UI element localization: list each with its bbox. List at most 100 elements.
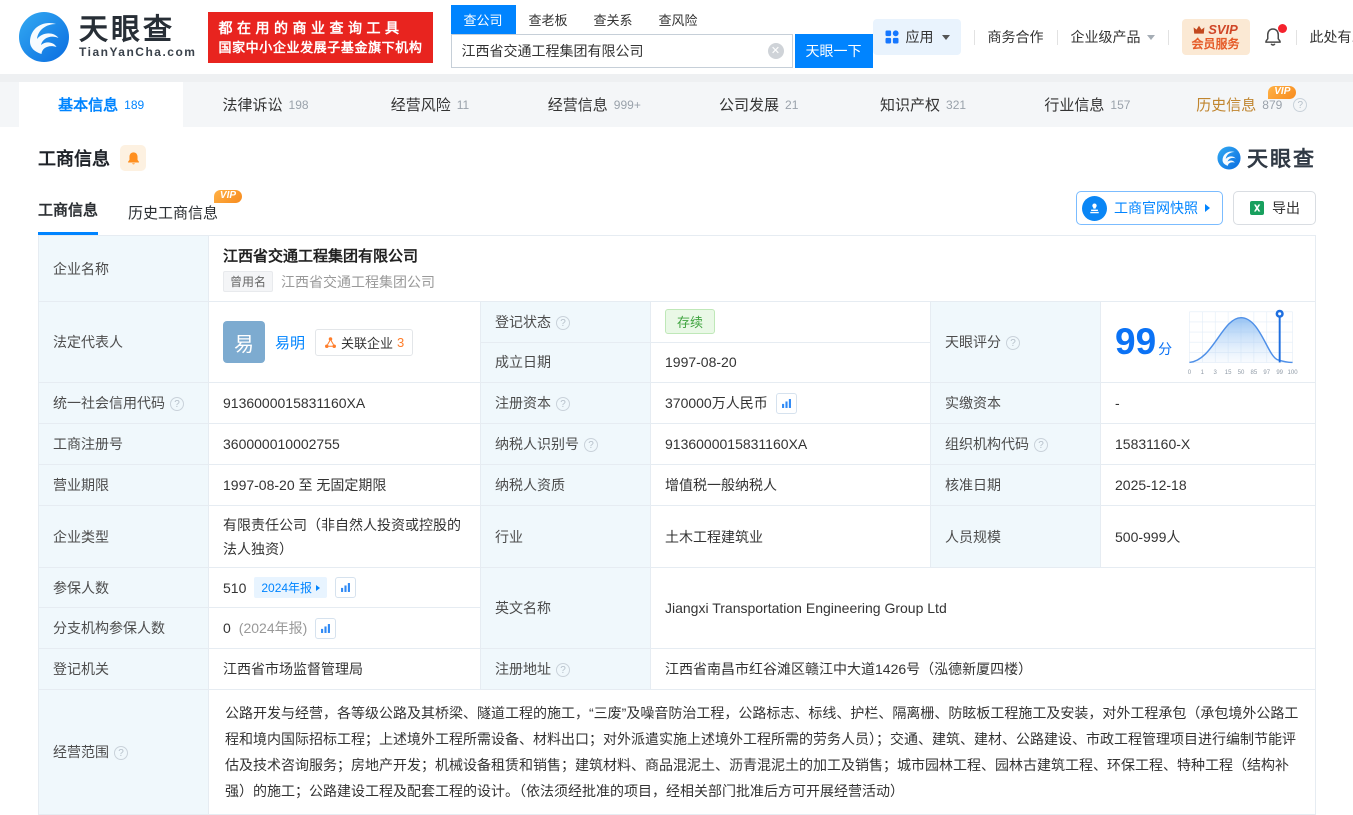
- arrow-right-icon: [1205, 204, 1210, 212]
- nav-cooperation[interactable]: 商务合作: [988, 27, 1044, 47]
- tab-history-info[interactable]: 历史信息 879 VIP: [1170, 82, 1334, 127]
- legal-rep-avatar[interactable]: 易: [223, 321, 265, 363]
- annual-report-note: (2024年报): [239, 618, 307, 638]
- field-label-text: 注册地址: [495, 661, 551, 677]
- field-value: 1997-08-20 至 无固定期限: [209, 465, 481, 506]
- field-value: 370000万人民币: [665, 393, 768, 413]
- tab-intellectual-property[interactable]: 知识产权 321: [841, 82, 1005, 127]
- watermark-logo-icon: [1217, 146, 1241, 170]
- help-icon[interactable]: [584, 438, 598, 452]
- business-scope-text: 公路开发与经营，各等级公路及其桥梁、隧道工程的施工，“三废”及噪音防治工程，公路…: [209, 690, 1316, 815]
- apps-menu-button[interactable]: 应用: [873, 19, 961, 55]
- nav-enterprise-products[interactable]: 企业级产品: [1071, 27, 1155, 47]
- header-separator: [0, 74, 1353, 82]
- svip-member-button[interactable]: SVIP 会员服务: [1182, 19, 1250, 55]
- field-value: 1997-08-20: [651, 342, 931, 383]
- related-count: 3: [397, 335, 404, 350]
- branch-insured-chart-icon[interactable]: [315, 618, 336, 639]
- tab-basic-info[interactable]: 基本信息 189: [19, 82, 183, 127]
- search-tab-risk[interactable]: 查风险: [646, 5, 711, 34]
- svg-text:85: 85: [1251, 370, 1258, 376]
- top-header: 天眼查 TianYanCha.com 都在用的商业查询工具 国家中小企业发展子基…: [0, 0, 1353, 74]
- search-input[interactable]: [451, 34, 793, 68]
- tab-company-development[interactable]: 公司发展 21: [677, 82, 841, 127]
- annual-report-tag[interactable]: 2024年报: [254, 577, 327, 598]
- svip-label: SVIP: [1208, 22, 1238, 37]
- tianyancha-logo[interactable]: 天眼查 TianYanCha.com: [18, 11, 196, 63]
- field-label: 成立日期: [481, 342, 651, 383]
- tab-count: 879: [1262, 98, 1282, 112]
- divider: [1296, 30, 1297, 45]
- field-value: Jiangxi Transportation Engineering Group…: [651, 568, 1316, 649]
- tab-label: 公司发展: [719, 94, 779, 115]
- score-value: 99分: [1115, 322, 1172, 362]
- help-icon[interactable]: [556, 316, 570, 330]
- capital-chart-icon[interactable]: [776, 393, 797, 414]
- field-label: 企业名称: [39, 236, 209, 302]
- logo-title: 天眼查: [79, 15, 196, 45]
- field-value: 江西省南昌市红谷滩区赣江中大道1426号（泓德新厦四楼）: [651, 649, 1316, 690]
- field-label: 统一社会信用代码: [39, 383, 209, 424]
- tab-count: 189: [124, 98, 144, 112]
- banner-line2: 国家中小企业发展子基金旗下机构: [218, 38, 422, 57]
- insured-chart-icon[interactable]: [335, 577, 356, 598]
- vip-badge: VIP: [214, 190, 242, 203]
- svg-text:1: 1: [1201, 370, 1205, 376]
- svg-text:3: 3: [1214, 370, 1218, 376]
- help-icon[interactable]: [556, 397, 570, 411]
- tab-label: 基本信息: [58, 94, 118, 115]
- help-icon[interactable]: [170, 397, 184, 411]
- field-value: 9136000015831160XA: [209, 383, 481, 424]
- field-label: 分支机构参保人数: [39, 608, 209, 649]
- help-icon[interactable]: [1293, 98, 1307, 112]
- related-companies-tag[interactable]: 关联企业 3: [315, 329, 413, 356]
- company-section-tabs: 基本信息 189 法律诉讼 198 经营风险 11 经营信息 999+ 公司发展…: [0, 82, 1353, 127]
- subscribe-bell-icon[interactable]: [120, 145, 146, 171]
- snapshot-label: 工商官网快照: [1114, 198, 1198, 218]
- search-tab-relation[interactable]: 查关系: [581, 5, 646, 34]
- help-icon[interactable]: [1006, 336, 1020, 350]
- section-title: 工商信息: [38, 145, 110, 171]
- subtab-business-registration[interactable]: 工商信息: [38, 199, 98, 235]
- excel-icon: [1249, 200, 1265, 216]
- search-tab-boss[interactable]: 查老板: [516, 5, 581, 34]
- help-icon[interactable]: [556, 663, 570, 677]
- help-icon[interactable]: [1034, 438, 1048, 452]
- tab-business-info[interactable]: 经营信息 999+: [512, 82, 676, 127]
- tab-operation-risk[interactable]: 经营风险 11: [348, 82, 512, 127]
- search-tab-company[interactable]: 查公司: [451, 5, 516, 34]
- tab-count: 321: [946, 98, 966, 112]
- legal-rep-link[interactable]: 易明: [275, 332, 305, 353]
- export-label: 导出: [1272, 198, 1300, 218]
- help-icon[interactable]: [114, 746, 128, 760]
- search-button[interactable]: 天眼一下: [795, 34, 873, 68]
- field-label: 参保人数: [39, 568, 209, 608]
- field-label: 人员规模: [931, 506, 1101, 568]
- field-value: 2025-12-18: [1101, 465, 1316, 506]
- header-nav: 应用 商务合作 企业级产品 SVIP 会员服务: [873, 19, 1353, 55]
- field-label: 纳税人识别号: [481, 424, 651, 465]
- official-snapshot-button[interactable]: 工商官网快照: [1076, 191, 1223, 225]
- field-label: 法定代表人: [39, 302, 209, 383]
- table-row: 企业类型 有限责任公司（非自然人投资或控股的法人独资） 行业 土木工程建筑业 人…: [39, 506, 1316, 568]
- score-distribution-chart[interactable]: 0 1 3 15 50 85 97 99 100: [1182, 306, 1300, 378]
- field-label: 工商注册号: [39, 424, 209, 465]
- field-label: 组织机构代码: [931, 424, 1101, 465]
- field-label-text: 注册资本: [495, 395, 551, 411]
- tab-count: 999+: [614, 98, 641, 112]
- export-button[interactable]: 导出: [1233, 191, 1316, 225]
- field-value: -: [1101, 383, 1316, 424]
- tab-count: 11: [457, 98, 469, 112]
- field-label: 登记机关: [39, 649, 209, 690]
- notification-bell-icon[interactable]: [1263, 27, 1283, 47]
- clear-search-icon[interactable]: ✕: [768, 43, 784, 59]
- tab-legal-proceedings[interactable]: 法律诉讼 198: [183, 82, 347, 127]
- apps-grid-icon: [884, 29, 900, 45]
- field-value: 15831160-X: [1101, 424, 1316, 465]
- subtab-history-registration[interactable]: 历史工商信息 VIP: [128, 202, 218, 235]
- crown-icon: [1193, 25, 1205, 35]
- field-label-text: 登记状态: [495, 314, 551, 330]
- tab-industry-info[interactable]: 行业信息 157: [1005, 82, 1169, 127]
- nav-user-menu[interactable]: 此处有...: [1310, 27, 1353, 47]
- svg-text:50: 50: [1238, 370, 1245, 376]
